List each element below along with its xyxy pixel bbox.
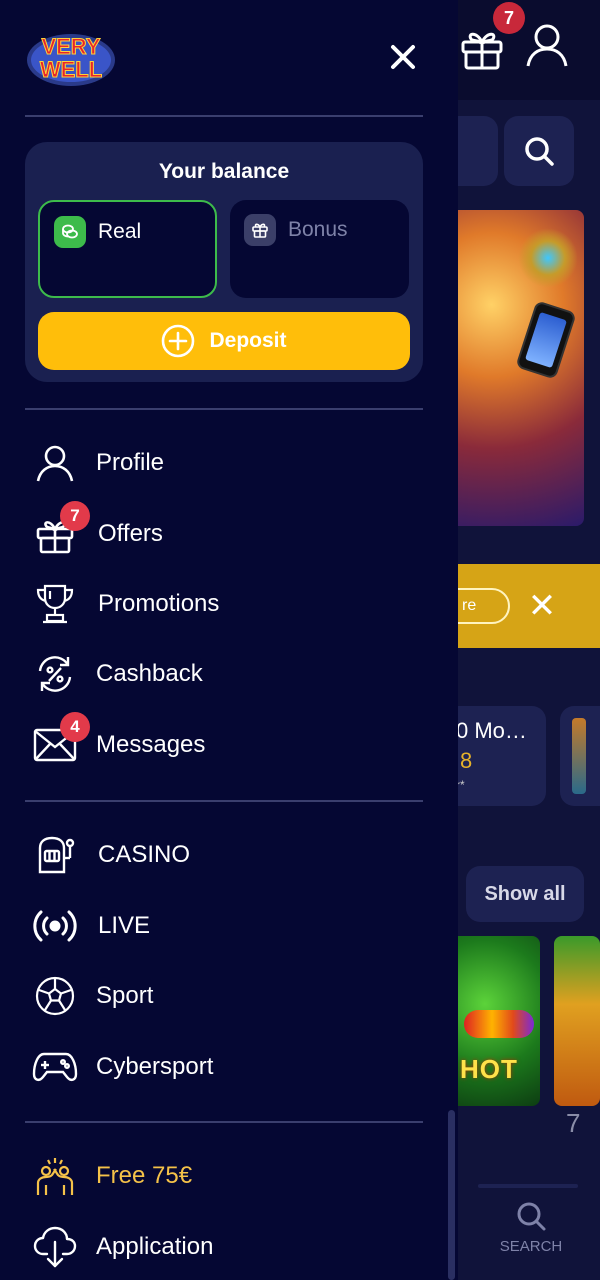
brand-logo[interactable]: VERY WELL	[24, 24, 118, 90]
menu-label: Promotions	[98, 590, 220, 617]
tab-bar-line	[478, 1184, 578, 1188]
menu-item-cybersport[interactable]: Cybersport	[30, 1039, 430, 1095]
row-number: 7	[566, 1108, 581, 1138]
menu-label: CASINO	[98, 841, 191, 868]
live-broadcast-icon	[30, 901, 80, 951]
menu-label: Application	[96, 1233, 214, 1260]
coins-icon	[54, 216, 86, 248]
game-tile-label: HOT	[460, 1054, 518, 1084]
gamepad-icon	[30, 1042, 80, 1092]
gift-icon	[244, 214, 276, 246]
screen: 7 re ✕ 0 Mo… 8 r* Show all HOT 7 SEARCH …	[0, 0, 600, 1280]
offers-badge: 7	[60, 501, 90, 531]
gift-icon: 7	[30, 501, 90, 559]
balance-title: Your balance	[158, 160, 290, 183]
game-card-value: 8	[460, 748, 473, 773]
menu-item-sport[interactable]: Sport	[30, 968, 430, 1024]
slot-machine-icon	[30, 830, 80, 880]
menu-item-application[interactable]: Application	[30, 1219, 430, 1275]
drawer-scrollbar[interactable]	[448, 1110, 455, 1280]
side-drawer: VERY WELL Your balance Real Bonus Deposi…	[0, 0, 458, 1280]
search-icon	[525, 137, 554, 166]
menu-item-free-bonus[interactable]: Free 75€	[30, 1148, 430, 1204]
tab-search[interactable]: SEARCH	[498, 1200, 564, 1255]
background-game-card-2[interactable]	[560, 706, 600, 806]
trophy-icon	[30, 579, 80, 629]
divider	[25, 800, 423, 802]
cloud-download-icon	[30, 1222, 80, 1272]
menu-label: Profile	[96, 449, 165, 476]
user-icon	[30, 438, 80, 488]
divider	[25, 1121, 423, 1123]
bonus-balance-label: Bonus	[288, 218, 348, 241]
soccer-ball-icon	[30, 971, 80, 1021]
menu-item-offers[interactable]: 7 Offers	[30, 501, 430, 562]
game-card-title: 0 Mo…	[456, 718, 527, 743]
header-user-icon[interactable]	[524, 22, 570, 68]
menu-label: Sport	[96, 982, 154, 1009]
header-gift-badge: 7	[493, 2, 525, 34]
deposit-button[interactable]: Deposit	[38, 312, 410, 370]
svg-text:VERY: VERY	[41, 34, 100, 59]
menu-item-casino[interactable]: CASINO	[30, 827, 430, 883]
celebration-icon	[30, 1151, 80, 1201]
menu-label: LIVE	[98, 912, 151, 939]
balance-card: Your balance Real Bonus Deposit	[25, 142, 423, 382]
banner-phone-art	[515, 300, 577, 380]
background-game-tile-2[interactable]	[554, 936, 600, 1106]
header-gift-icon[interactable]	[458, 24, 506, 72]
deposit-label: Deposit	[209, 329, 287, 352]
real-balance-tile[interactable]: Real	[38, 200, 217, 298]
menu-label: Cashback	[96, 660, 203, 687]
close-icon	[391, 45, 415, 69]
show-all-button[interactable]: Show all	[466, 866, 584, 922]
cashback-icon	[30, 649, 80, 699]
background-search-button[interactable]	[504, 116, 574, 186]
menu-label: Messages	[96, 731, 206, 758]
menu-item-profile[interactable]: Profile	[30, 435, 430, 491]
divider	[25, 115, 423, 117]
real-balance-label: Real	[98, 220, 142, 243]
menu-item-live[interactable]: LIVE	[30, 898, 430, 954]
close-drawer-button[interactable]	[382, 36, 424, 78]
promo-close-icon[interactable]: ✕	[526, 588, 558, 624]
banner-bird-art	[518, 228, 578, 288]
menu-label: Cybersport	[96, 1053, 214, 1080]
bonus-balance-tile[interactable]: Bonus	[230, 200, 409, 298]
menu-item-cashback[interactable]: Cashback	[30, 646, 430, 702]
envelope-icon: 4	[30, 712, 90, 770]
divider	[25, 408, 423, 410]
tab-search-label: SEARCH	[499, 1238, 563, 1255]
menu-item-messages[interactable]: 4 Messages	[30, 712, 430, 773]
svg-text:WELL: WELL	[40, 57, 102, 82]
menu-label: Offers	[98, 520, 163, 547]
menu-item-promotions[interactable]: Promotions	[30, 576, 430, 632]
messages-badge: 4	[60, 712, 90, 742]
plus-circle-icon	[162, 324, 195, 358]
menu-label: Free 75€	[96, 1162, 193, 1189]
search-icon	[517, 1202, 546, 1231]
fruit-art	[464, 1010, 534, 1038]
